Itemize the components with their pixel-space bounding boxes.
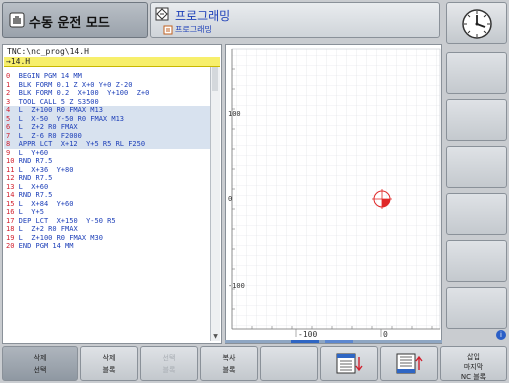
line-text: L X+84 Y+60 [14, 199, 74, 208]
softkey-label: NC 블록 [460, 373, 487, 381]
diamond-edit-icon [155, 7, 169, 21]
program-line[interactable]: 20 END PGM 14 MM [4, 242, 212, 251]
mode-programming-button[interactable]: 프로그래밍 프로그래밍 [150, 2, 440, 38]
line-text: L Y+60 [10, 148, 49, 157]
softkey-label: 선택 [33, 366, 47, 374]
program-line[interactable]: 15 L X+84 Y+60 [4, 200, 212, 209]
line-text: END PGM 14 MM [14, 242, 74, 250]
program-line[interactable]: 6 L Z+2 R0 FMAX [4, 123, 212, 132]
program-line[interactable]: 13 L X+60 [4, 183, 212, 192]
program-editor[interactable]: TNC:\nc_prog\14.H →14.H 0 BEGIN PGM 14 M… [2, 44, 222, 344]
line-text: L Z+100 R0 FMAX M13 [10, 106, 103, 114]
line-text: BEGIN PGM 14 MM [10, 72, 82, 80]
clock-icon [462, 9, 492, 39]
graphic-view[interactable]: 100 0 -100 -100 0 [225, 44, 442, 344]
softkey-label: 복사 [222, 354, 236, 362]
line-text: L Z+2 R0 FMAX [14, 225, 78, 233]
line-text: L Z+2 R0 FMAX [10, 123, 78, 131]
side-softkey-2[interactable] [446, 99, 507, 141]
scrollbar-thumb[interactable] [212, 67, 218, 91]
softkey-empty[interactable] [260, 346, 318, 381]
insert-up-icon [396, 353, 423, 374]
mode-manual-operation-button[interactable]: 수동 운전 모드 [2, 2, 148, 38]
program-line[interactable]: 3 TOOL CALL 5 Z S3500 [4, 98, 212, 107]
program-line[interactable]: 9 L Y+60 [4, 149, 212, 158]
side-softkey-6[interactable] [446, 287, 507, 329]
hand-icon [9, 12, 25, 28]
scroll-down-arrow-icon[interactable]: ▼ [211, 333, 220, 341]
program-line[interactable]: 17 DEP LCT X+150 Y-50 R5 [4, 217, 212, 226]
softkey-label: 삭제 [102, 354, 116, 362]
softkey-insert-below[interactable] [320, 346, 378, 381]
program-line[interactable]: 16 L Y+5 [4, 208, 212, 217]
program-line[interactable]: 19 L Z+100 R0 FMAX M30 [4, 234, 212, 243]
editor-scrollbar[interactable]: ▼ [210, 67, 220, 341]
softkey-select-block[interactable]: 선택 블록 [140, 346, 198, 381]
line-text: DEP LCT X+150 Y-50 R5 [14, 216, 116, 225]
softkey-delete-select[interactable]: 삭제 선택 [2, 346, 78, 381]
page-indicator-active [291, 340, 319, 343]
program-line[interactable]: 7 L Z-6 R0 F2000 [4, 131, 212, 140]
line-text: BLK FORM 0.1 Z X+0 Y+0 Z-20 [10, 80, 133, 89]
side-softkey-3[interactable] [446, 146, 507, 188]
insert-down-icon [336, 353, 363, 374]
softkey-label: 블록 [222, 366, 236, 374]
program-line[interactable]: 12 RND R7.5 [4, 174, 212, 183]
line-text: L X-50 Y-50 R0 FMAX M13 [10, 114, 125, 123]
file-edit-icon [163, 25, 173, 35]
program-line[interactable]: 5 L X-50 Y-50 R0 FMAX M13 [4, 114, 212, 123]
softkey-label: 삭제 [33, 354, 47, 362]
line-text: RND R7.5 [14, 191, 53, 199]
datum-crosshair-icon [372, 189, 392, 209]
softkey-copy-block[interactable]: 복사 블록 [200, 346, 258, 381]
program-line[interactable]: 14 RND R7.5 [4, 191, 212, 200]
x-tick-left: -100 [298, 330, 318, 339]
page-indicator-segment [325, 340, 353, 343]
program-line[interactable]: 2 BLK FORM 0.2 X+100 Y+100 Z+0 [4, 89, 212, 98]
program-line[interactable]: 11 L X+36 Y+80 [4, 166, 212, 175]
program-path: TNC:\nc_prog\14.H [7, 47, 89, 56]
softkey-label: 삽입 [467, 353, 480, 361]
mode-sub-label: 프로그래밍 [175, 25, 212, 34]
line-text: L Y+5 [14, 208, 44, 216]
y-tick-bottom: -100 [228, 283, 245, 290]
side-softkey-4[interactable] [446, 193, 507, 235]
program-line[interactable]: 18 L Z+2 R0 FMAX [4, 225, 212, 234]
program-lines[interactable]: 0 BEGIN PGM 14 MM 1 BLK FORM 0.1 Z X+0 Y+… [4, 72, 212, 251]
line-text: L X+60 [14, 182, 49, 191]
side-softkey-1[interactable] [446, 52, 507, 94]
softkey-insert-above[interactable] [380, 346, 438, 381]
softkey-insert-last-nc-block[interactable]: 삽입 마지막 NC 블록 [440, 346, 507, 381]
line-text: L Z+100 R0 FMAX M30 [14, 233, 103, 242]
program-line[interactable]: 4 L Z+100 R0 FMAX M13 [4, 106, 212, 115]
y-tick-mid: 0 [228, 195, 233, 203]
program-line[interactable]: 1 BLK FORM 0.1 Z X+0 Y+0 Z-20 [4, 81, 212, 90]
mode-label: 수동 운전 모드 [29, 16, 110, 31]
line-text: RND R7.5 [14, 157, 53, 165]
line-text: RND R7.5 [14, 174, 53, 182]
clock-display[interactable] [446, 2, 507, 44]
program-line[interactable]: 0 BEGIN PGM 14 MM [4, 72, 212, 81]
softkey-label: 마지막 [463, 363, 484, 371]
info-icon[interactable]: i [496, 330, 506, 340]
line-text: BLK FORM 0.2 X+100 Y+100 Z+0 [10, 89, 150, 97]
program-file-bar: →14.H [4, 57, 220, 67]
line-text: L X+36 Y+80 [14, 165, 74, 174]
softkey-page-indicator [225, 340, 442, 343]
softkey-delete-block[interactable]: 삭제 블록 [80, 346, 138, 381]
softkey-label: 블록 [102, 366, 116, 374]
line-text: APPR LCT X+12 Y+5 R5 RL F250 [10, 140, 146, 148]
y-tick-top: 100 [228, 111, 241, 118]
line-text: TOOL CALL 5 Z S3500 [10, 97, 99, 106]
x-tick-right: 0 [383, 330, 388, 339]
mode-programming-label: 프로그래밍 [175, 9, 231, 23]
program-line[interactable]: 10 RND R7.5 [4, 157, 212, 166]
graphic-grid [231, 48, 441, 337]
program-line[interactable]: 8 APPR LCT X+12 Y+5 R5 RL F250 [4, 140, 212, 149]
line-text: L Z-6 R0 F2000 [10, 131, 82, 140]
softkey-label: 블록 [162, 366, 176, 374]
side-softkey-5[interactable] [446, 240, 507, 282]
softkey-label: 선택 [162, 354, 176, 362]
